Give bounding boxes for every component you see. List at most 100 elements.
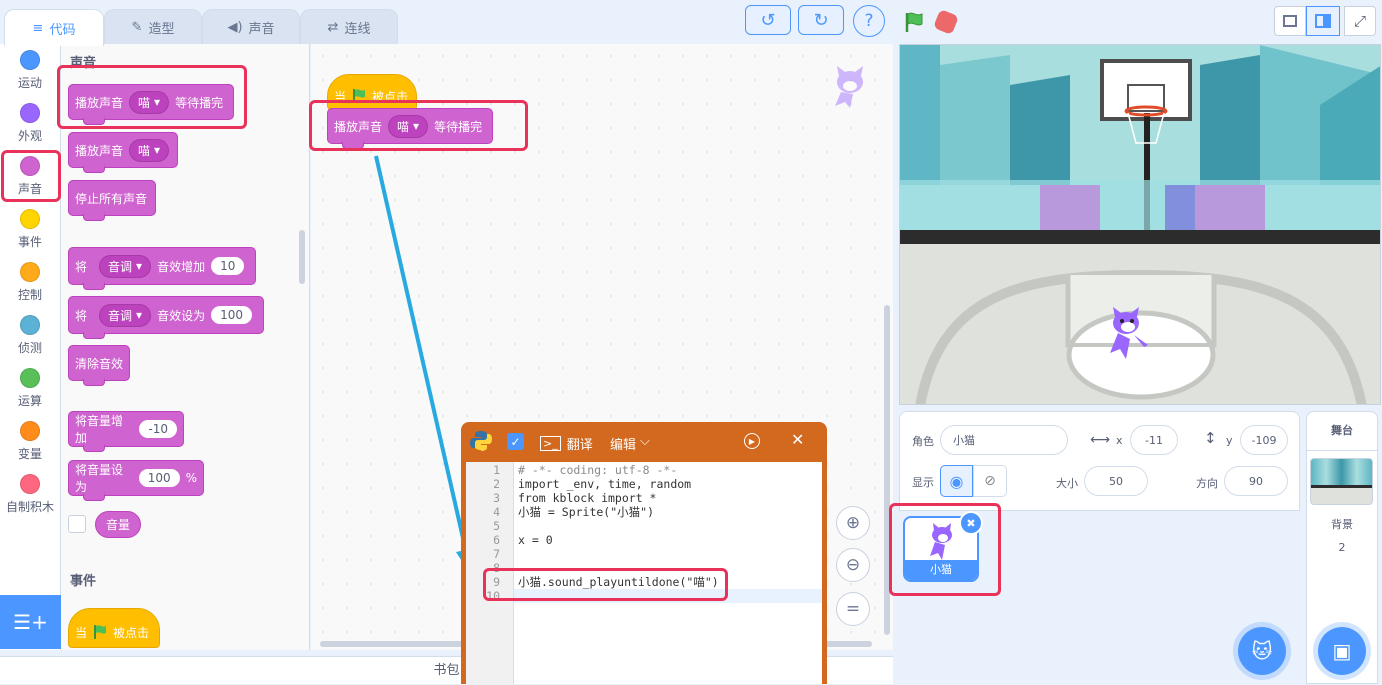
block-label: 播放声音: [75, 143, 124, 158]
size-input[interactable]: 50: [1084, 466, 1148, 496]
zoom-reset-button[interactable]: =: [836, 592, 870, 626]
hide-button[interactable]: ⊘: [973, 465, 1007, 497]
category-label: 自制积木: [5, 500, 54, 514]
block-change-volume[interactable]: 将音量增加 -10: [68, 411, 184, 452]
code-line[interactable]: # -*- coding: utf-8 -*-: [518, 463, 719, 477]
normal-stage-icon: [1315, 14, 1331, 28]
undo-button[interactable]: ↺: [745, 5, 791, 35]
tab-costumes[interactable]: ✎ 造型: [104, 9, 202, 45]
category-item[interactable]: 自制积木: [0, 474, 60, 515]
add-extension-icon: ☰+: [13, 610, 48, 634]
sound-dropdown-value: 喵: [138, 143, 151, 158]
tab-connect[interactable]: ⇄ 连线: [300, 9, 398, 45]
category-item[interactable]: 变量: [0, 421, 60, 462]
block-clear-effects[interactable]: 清除音效: [68, 345, 130, 386]
block-prefix: 将: [75, 308, 88, 323]
code-line[interactable]: x = 0: [518, 533, 719, 547]
block-set-effect[interactable]: 将 音调 ▾ 音效设为 100: [68, 296, 264, 339]
zoom-in-button[interactable]: ⊕: [836, 506, 870, 540]
backdrops-count: 2: [1338, 541, 1346, 554]
block-when-flag-clicked[interactable]: 当 被点击: [68, 608, 160, 648]
cat-sprite[interactable]: [1104, 305, 1154, 363]
sync-checkbox[interactable]: ✓: [507, 433, 524, 450]
code-line[interactable]: [518, 519, 719, 533]
effect-change-input[interactable]: 10: [211, 257, 245, 275]
block-play-sound[interactable]: 播放声音 喵 ▾: [68, 132, 178, 173]
sound-dropdown[interactable]: 喵 ▾: [129, 138, 170, 162]
highlight-code-line: [483, 568, 728, 601]
block-suffix: 被点击: [113, 625, 150, 640]
category-item[interactable]: 外观: [0, 103, 60, 144]
direction-input[interactable]: 90: [1224, 466, 1288, 496]
code-line[interactable]: 小猫 = Sprite("小猫"): [518, 505, 719, 519]
zoom-out-button[interactable]: ⊖: [836, 548, 870, 582]
x-input[interactable]: -11: [1130, 425, 1178, 455]
tab-sounds[interactable]: ◀) 声音: [202, 9, 300, 45]
volume-change-input[interactable]: -10: [139, 420, 177, 438]
effect-dropdown[interactable]: 音调 ▾: [99, 254, 152, 278]
normal-stage-button[interactable]: [1306, 6, 1340, 36]
block-prefix: 当: [75, 625, 88, 640]
volume-reporter[interactable]: 音量: [95, 511, 142, 538]
add-backdrop-button[interactable]: ▣: [1318, 627, 1366, 675]
category-label: 侦测: [17, 341, 42, 355]
help-button[interactable]: ?: [853, 5, 885, 37]
cat-add-icon: 🐱: [1251, 639, 1273, 663]
show-label: 显示: [912, 476, 934, 489]
category-label: 运动: [17, 76, 42, 90]
highlight-sprite-tile: [889, 503, 1001, 596]
category-dot-icon: [20, 315, 40, 335]
tab-code-label: 代码: [49, 22, 76, 38]
volume-checkbox[interactable]: [68, 515, 86, 533]
tab-code[interactable]: ≡ 代码: [4, 9, 104, 46]
line-number: 3: [493, 491, 500, 505]
close-button[interactable]: ✕: [791, 430, 804, 449]
fullscreen-button[interactable]: ⤢: [1344, 6, 1376, 36]
play-icon: ▶: [748, 436, 756, 446]
highlight-palette-block: [57, 65, 247, 129]
chevron-down-icon: ▾: [136, 308, 143, 322]
palette-scrollbar[interactable]: [299, 230, 305, 284]
block-change-effect[interactable]: 将 音调 ▾ 音效增加 10: [68, 247, 256, 290]
stage-canvas[interactable]: [899, 44, 1381, 405]
add-extension-button[interactable]: ☰+: [0, 595, 61, 649]
fullscreen-icon: ⤢: [1353, 12, 1366, 30]
category-item[interactable]: 运动: [0, 50, 60, 91]
eye-slash-icon: ⊘: [984, 473, 996, 489]
effect-dropdown[interactable]: 音调 ▾: [99, 303, 152, 327]
section-events-heading: 事件: [70, 574, 97, 589]
x-label: x: [1116, 434, 1123, 447]
block-prefix: 将: [75, 259, 88, 274]
block-label: 将音量增加: [75, 414, 124, 445]
stop-icon[interactable]: [932, 8, 960, 36]
add-sprite-button[interactable]: 🐱: [1238, 627, 1286, 675]
show-button[interactable]: ◉: [940, 465, 973, 497]
block-set-volume[interactable]: 将音量设为 100 %: [68, 460, 204, 501]
code-line[interactable]: import _env, time, random: [518, 477, 719, 491]
sprite-name-label: 角色: [912, 435, 934, 448]
tab-connect-label: 连线: [344, 22, 371, 37]
sprite-name-input[interactable]: 小猫: [940, 425, 1068, 455]
run-button[interactable]: ▶: [744, 433, 760, 449]
edit-menu[interactable]: 编辑 ⌵: [610, 434, 650, 453]
effect-set-input[interactable]: 100: [211, 306, 252, 324]
sprite-watermark-icon: [835, 66, 863, 108]
y-input[interactable]: -109: [1240, 425, 1288, 455]
zoom-in-icon: ⊕: [845, 513, 861, 533]
code-line[interactable]: [518, 547, 719, 561]
category-item[interactable]: 侦测: [0, 315, 60, 356]
translate-button[interactable]: >_ 翻译: [540, 434, 593, 453]
block-stop-all-sounds[interactable]: 停止所有声音: [68, 180, 156, 221]
help-label: ?: [864, 11, 874, 31]
code-line[interactable]: from kblock import *: [518, 491, 719, 505]
speaker-icon: ◀): [227, 20, 243, 35]
category-item[interactable]: 事件: [0, 209, 60, 250]
small-stage-button[interactable]: [1274, 6, 1306, 36]
volume-set-input[interactable]: 100: [138, 469, 180, 487]
green-flag-icon[interactable]: [903, 11, 925, 33]
category-item[interactable]: 控制: [0, 262, 60, 303]
brush-icon: ✎: [131, 20, 143, 35]
category-item[interactable]: 运算: [0, 368, 60, 409]
translate-label: 翻译: [566, 438, 593, 453]
redo-button[interactable]: ↻: [798, 5, 844, 35]
